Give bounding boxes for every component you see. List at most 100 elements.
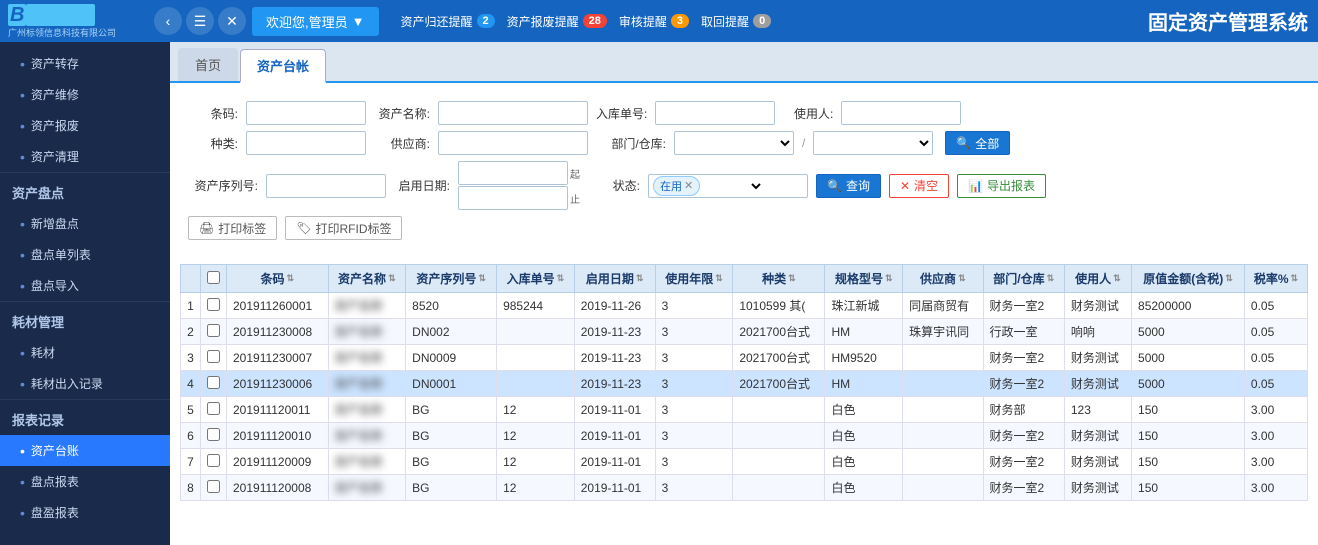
end-date-input[interactable]	[458, 186, 568, 210]
sidebar-item[interactable]: 资产转存	[0, 48, 170, 79]
sort-icon[interactable]: ⇅	[1291, 273, 1299, 284]
query-button[interactable]: 🔍 查询	[816, 174, 881, 198]
tab-item[interactable]: 资产台帐	[240, 49, 326, 83]
row-checkbox-cell[interactable]	[201, 475, 227, 501]
col-header-启用日期[interactable]: 启用日期⇅	[574, 265, 655, 293]
supplier-input[interactable]	[438, 131, 588, 155]
table-row[interactable]: 7201911120009资产名称BG122019-11-013白色财务一室2财…	[181, 449, 1308, 475]
table-row[interactable]: 1201911260001资产名称85209852442019-11-26310…	[181, 293, 1308, 319]
sidebar-item[interactable]: 盘点报表	[0, 466, 170, 497]
sidebar-item[interactable]: 资产清理	[0, 141, 170, 172]
table-row[interactable]: 6201911120010资产名称BG122019-11-013白色财务一室2财…	[181, 423, 1308, 449]
notification-item[interactable]: 取回提醒0	[701, 13, 771, 30]
col-header-规格型号[interactable]: 规格型号⇅	[825, 265, 903, 293]
serial-input[interactable]	[266, 174, 386, 198]
sidebar-item[interactable]: 盘点单列表	[0, 239, 170, 270]
sort-icon[interactable]: ⇅	[788, 273, 796, 284]
table-row[interactable]: 4201911230006资产名称DN00012019-11-233202170…	[181, 371, 1308, 397]
sort-icon[interactable]: ⇅	[636, 273, 644, 284]
notifications-bar: 资产归还提醒2 资产报废提醒28 审核提醒3 取回提醒0	[393, 13, 772, 30]
row-checkbox-cell[interactable]	[201, 449, 227, 475]
sidebar-item[interactable]: 盘点导入	[0, 270, 170, 301]
barcode-cell: 201911230007	[227, 345, 329, 371]
col-header-原值金额(含税)[interactable]: 原值金额(含税)⇅	[1132, 265, 1245, 293]
row-checkbox[interactable]	[207, 480, 220, 493]
col-header-税率%[interactable]: 税率%⇅	[1244, 265, 1307, 293]
row-checkbox[interactable]	[207, 350, 220, 363]
notification-item[interactable]: 资产归还提醒2	[401, 13, 495, 30]
dept-select[interactable]	[674, 131, 794, 155]
nav-back-button[interactable]: ‹	[154, 7, 182, 35]
row-checkbox[interactable]	[207, 376, 220, 389]
user-input[interactable]	[841, 101, 961, 125]
notification-item[interactable]: 审核提醒3	[619, 13, 689, 30]
nav-menu-button[interactable]: ☰	[186, 7, 214, 35]
dept-sub-select[interactable]	[813, 131, 933, 155]
sort-icon[interactable]: ⇅	[557, 273, 565, 284]
sort-icon[interactable]: ⇅	[715, 273, 723, 284]
sidebar-section-title: 资产盘点	[0, 172, 170, 208]
sidebar-item[interactable]: 盘盈报表	[0, 497, 170, 528]
clear-button[interactable]: ✕ 清空	[889, 174, 949, 198]
sort-icon[interactable]: ⇅	[958, 273, 966, 284]
col-header-使用人[interactable]: 使用人⇅	[1064, 265, 1131, 293]
sort-icon[interactable]: ⇅	[478, 273, 486, 284]
row-checkbox[interactable]	[207, 428, 220, 441]
sort-icon[interactable]: ⇅	[388, 273, 396, 284]
tab-item[interactable]: 首页	[178, 48, 238, 81]
col-header-checkbox[interactable]	[201, 265, 227, 293]
col-header-资产名称[interactable]: 资产名称⇅	[328, 265, 406, 293]
sort-icon[interactable]: ⇅	[1225, 273, 1233, 284]
col-header-使用年限[interactable]: 使用年限⇅	[655, 265, 733, 293]
table-row[interactable]: 8201911120008资产名称BG122019-11-013白色财务一室2财…	[181, 475, 1308, 501]
barcode-input[interactable]	[246, 101, 366, 125]
print-rfid-button[interactable]: 🏷 打印RFID标签	[285, 216, 402, 240]
col-header-种类[interactable]: 种类⇅	[733, 265, 825, 293]
sort-icon[interactable]: ⇅	[1113, 273, 1121, 284]
row-checkbox-cell[interactable]	[201, 371, 227, 397]
row-checkbox-cell[interactable]	[201, 423, 227, 449]
select-all-checkbox[interactable]	[207, 271, 220, 284]
user-cell: 财务测试	[1064, 449, 1131, 475]
print-tag-button[interactable]: 🖨 打印标签	[188, 216, 277, 240]
col-header-资产序列号[interactable]: 资产序列号⇅	[406, 265, 497, 293]
sort-icon[interactable]: ⇅	[1047, 273, 1055, 284]
row-checkbox-cell[interactable]	[201, 293, 227, 319]
status-select[interactable]	[704, 176, 764, 196]
nav-close-button[interactable]: ✕	[218, 7, 246, 35]
dept-cell: 行政一室	[983, 319, 1064, 345]
sidebar-item[interactable]: 耗材出入记录	[0, 368, 170, 399]
notification-item[interactable]: 资产报废提醒28	[507, 13, 607, 30]
sidebar-item[interactable]: 新增盘点	[0, 208, 170, 239]
table-row[interactable]: 5201911120011资产名称BG122019-11-013白色财务部123…	[181, 397, 1308, 423]
status-tag-close[interactable]: ✕	[684, 179, 693, 192]
col-header-部门/仓库[interactable]: 部门/仓库⇅	[983, 265, 1064, 293]
col-header-供应商[interactable]: 供应商⇅	[903, 265, 983, 293]
asset-name-input[interactable]	[438, 101, 588, 125]
sidebar-item[interactable]: 耗材	[0, 337, 170, 368]
all-button[interactable]: 🔍 全部	[945, 131, 1010, 155]
row-checkbox-cell[interactable]	[201, 319, 227, 345]
category-input[interactable]	[246, 131, 366, 155]
row-checkbox[interactable]	[207, 324, 220, 337]
supplier-cell	[903, 371, 983, 397]
table-row[interactable]: 2201911230008资产名称DN0022019-11-2332021700…	[181, 319, 1308, 345]
row-checkbox[interactable]	[207, 298, 220, 311]
col-header-入库单号[interactable]: 入库单号⇅	[497, 265, 575, 293]
table-row[interactable]: 3201911230007资产名称DN00092019-11-233202170…	[181, 345, 1308, 371]
sort-icon[interactable]: ⇅	[885, 273, 893, 284]
sidebar-item[interactable]: 资产台账	[0, 435, 170, 466]
export-button[interactable]: 📊 导出报表	[957, 174, 1046, 198]
welcome-button[interactable]: 欢迎您,管理员 ▼	[252, 7, 379, 36]
row-checkbox[interactable]	[207, 402, 220, 415]
row-checkbox-cell[interactable]	[201, 345, 227, 371]
col-header-条码[interactable]: 条码⇅	[227, 265, 329, 293]
row-checkbox[interactable]	[207, 454, 220, 467]
sidebar-item[interactable]: 资产维修	[0, 79, 170, 110]
row-checkbox-cell[interactable]	[201, 397, 227, 423]
sidebar-item[interactable]: 资产报废	[0, 110, 170, 141]
entry-no-input[interactable]	[655, 101, 775, 125]
sort-icon[interactable]: ⇅	[286, 273, 294, 284]
status-select-wrap: 在用 ✕	[648, 174, 808, 198]
start-date-input[interactable]	[458, 161, 568, 185]
